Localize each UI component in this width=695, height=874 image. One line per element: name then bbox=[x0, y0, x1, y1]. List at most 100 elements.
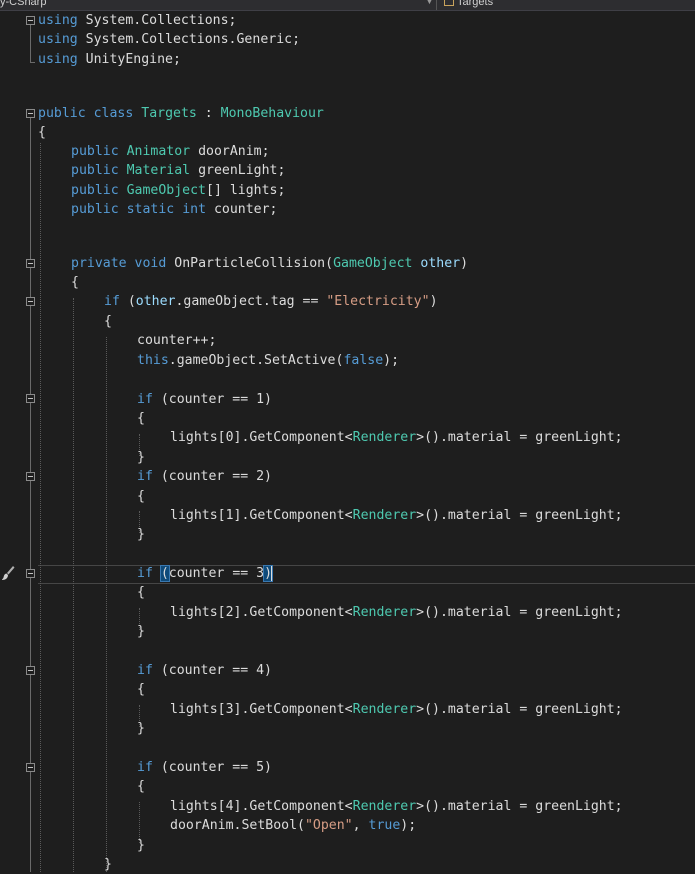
code-line[interactable]: using UnityEngine; bbox=[38, 50, 181, 69]
code-text: { bbox=[104, 314, 112, 329]
collapse-box-icon[interactable] bbox=[26, 472, 35, 481]
keyword: public bbox=[38, 106, 86, 121]
code-line[interactable]: public class Targets : MonoBehaviour bbox=[38, 104, 324, 123]
keyword: static bbox=[126, 202, 175, 217]
type-dropdown[interactable]: Targets bbox=[444, 0, 493, 8]
code-line[interactable]: if (counter == 2) bbox=[38, 467, 272, 486]
code-line[interactable]: { bbox=[38, 680, 145, 699]
collapse-box-icon[interactable] bbox=[26, 569, 35, 578]
code-text: lights[0].GetComponent< bbox=[170, 430, 353, 445]
code-text: lights[1].GetComponent< bbox=[170, 508, 353, 523]
keyword: false bbox=[343, 353, 384, 368]
code-line[interactable]: if (counter == 3) bbox=[38, 564, 274, 583]
code-line[interactable]: this.gameObject.SetActive(false); bbox=[38, 351, 399, 370]
code-line[interactable]: lights[1].GetComponent<Renderer>().mater… bbox=[38, 506, 623, 525]
type-name: GameObject bbox=[126, 183, 206, 198]
collapse-box-icon[interactable] bbox=[26, 394, 35, 403]
paint-brush-icon[interactable] bbox=[1, 565, 15, 581]
code-text: (counter == 1) bbox=[152, 392, 272, 407]
code-line[interactable]: public GameObject[] lights; bbox=[38, 181, 285, 200]
type-name: Material bbox=[126, 163, 191, 178]
code-line[interactable]: lights[2].GetComponent<Renderer>().mater… bbox=[38, 603, 623, 622]
code-line[interactable]: if (counter == 4) bbox=[38, 661, 272, 680]
code-line[interactable]: if (counter == 5) bbox=[38, 758, 272, 777]
code-line[interactable]: private void OnParticleCollision(GameObj… bbox=[38, 254, 468, 273]
code-text: { bbox=[38, 125, 46, 140]
keyword: void bbox=[134, 256, 167, 271]
code-text: >().material = greenLight; bbox=[416, 702, 623, 717]
keyword: public bbox=[71, 183, 119, 198]
collapse-box-icon[interactable] bbox=[26, 259, 35, 268]
chevron-down-icon[interactable]: ▼ bbox=[425, 0, 434, 6]
code-line[interactable]: public Animator doorAnim; bbox=[38, 142, 270, 161]
code-line[interactable]: } bbox=[38, 855, 112, 874]
code-text: counter; bbox=[206, 202, 278, 217]
code-line[interactable]: if (counter == 1) bbox=[38, 390, 272, 409]
type-name: Renderer bbox=[352, 430, 417, 445]
collapse-box-icon[interactable] bbox=[26, 297, 35, 306]
project-dropdown[interactable]: y-CSharp bbox=[0, 0, 46, 8]
code-line[interactable]: if (other.gameObject.tag == "Electricity… bbox=[38, 292, 438, 311]
keyword: int bbox=[182, 202, 207, 217]
collapse-box-icon[interactable] bbox=[26, 109, 35, 118]
keyword: true bbox=[368, 818, 401, 833]
code-line[interactable]: { bbox=[38, 123, 46, 142]
code-line[interactable]: { bbox=[38, 273, 79, 292]
code-text: >().material = greenLight; bbox=[416, 508, 623, 523]
code-line[interactable]: } bbox=[38, 622, 145, 641]
code-text: { bbox=[137, 411, 145, 426]
code-line[interactable]: } bbox=[38, 448, 145, 467]
keyword: if bbox=[104, 294, 120, 309]
collapse-box-icon[interactable] bbox=[26, 763, 35, 772]
code-line[interactable]: using System.Collections; bbox=[38, 11, 237, 30]
type-name: Animator bbox=[126, 144, 191, 159]
code-line[interactable]: public static int counter; bbox=[38, 200, 277, 219]
outline-bar bbox=[30, 118, 31, 872]
code-line[interactable]: lights[0].GetComponent<Renderer>().mater… bbox=[38, 428, 623, 447]
code-text: greenLight; bbox=[190, 163, 286, 178]
class-icon bbox=[444, 0, 454, 7]
code-line[interactable]: lights[4].GetComponent<Renderer>().mater… bbox=[38, 797, 623, 816]
keyword: using bbox=[38, 32, 78, 47]
collapse-box-icon[interactable] bbox=[26, 16, 35, 25]
parameter-name: other bbox=[420, 256, 461, 271]
code-text: >().material = greenLight; bbox=[416, 799, 623, 814]
keyword: using bbox=[38, 13, 78, 28]
code-line[interactable]: using System.Collections.Generic; bbox=[38, 30, 300, 49]
code-line[interactable]: } bbox=[38, 836, 145, 855]
code-line[interactable]: { bbox=[38, 409, 145, 428]
code-line[interactable]: public Material greenLight; bbox=[38, 161, 285, 180]
code-line[interactable]: { bbox=[38, 312, 112, 331]
code-text: .gameObject.tag == bbox=[175, 294, 327, 309]
code-editor[interactable]: using System.Collections; using System.C… bbox=[0, 10, 695, 872]
code-text: >().material = greenLight; bbox=[416, 430, 623, 445]
keyword: if bbox=[137, 469, 153, 484]
parameter-name: other bbox=[135, 294, 176, 309]
code-line[interactable]: } bbox=[38, 525, 145, 544]
keyword: if bbox=[137, 663, 153, 678]
code-text: { bbox=[71, 275, 79, 290]
collapse-box-icon[interactable] bbox=[26, 666, 35, 675]
code-text: ( bbox=[325, 256, 334, 271]
dropdown-divider bbox=[436, 0, 437, 10]
code-line[interactable]: { bbox=[38, 583, 145, 602]
type-name: Renderer bbox=[352, 605, 417, 620]
code-text: ) bbox=[429, 294, 438, 309]
code-text: doorAnim.SetBool( bbox=[170, 818, 305, 833]
code-text: System.Collections; bbox=[77, 13, 237, 28]
code-line[interactable]: doorAnim.SetBool("Open", true); bbox=[38, 816, 416, 835]
code-line[interactable]: } bbox=[38, 719, 145, 738]
code-line[interactable]: { bbox=[38, 777, 145, 796]
code-text: counter == 3 bbox=[168, 566, 265, 581]
keyword: class bbox=[93, 106, 134, 121]
keyword: this bbox=[137, 353, 169, 368]
code-text: { bbox=[137, 489, 145, 504]
keyword: public bbox=[71, 202, 119, 217]
code-line[interactable]: { bbox=[38, 487, 145, 506]
code-line[interactable]: counter++; bbox=[38, 331, 216, 350]
string-literal: "Electricity" bbox=[326, 294, 430, 309]
code-line[interactable]: lights[3].GetComponent<Renderer>().mater… bbox=[38, 700, 623, 719]
